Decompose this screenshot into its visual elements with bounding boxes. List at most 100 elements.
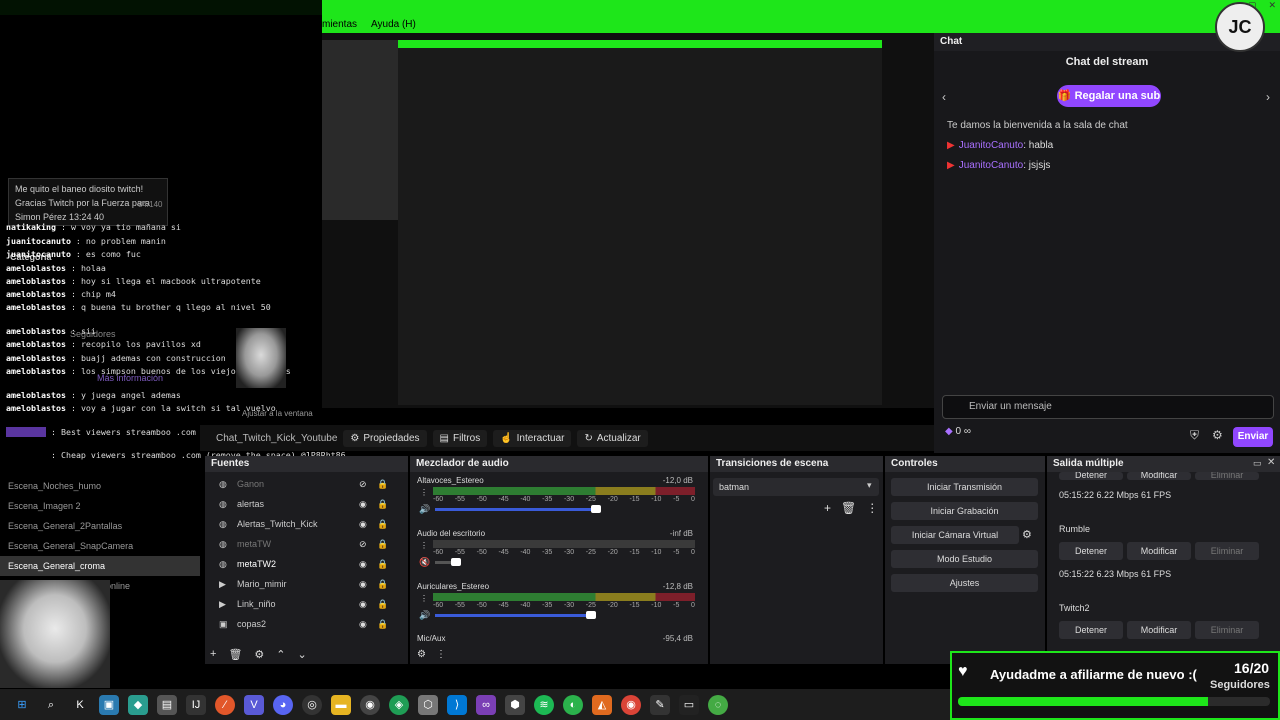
source-item[interactable]: ◍ metaTW ⊘ 🔒 <box>205 534 408 554</box>
lock-icon[interactable]: 🔒 <box>377 614 388 634</box>
chrome-icon[interactable]: ◉ <box>621 694 641 715</box>
stop-button[interactable]: Detener <box>1059 472 1123 480</box>
kebab-menu-icon[interactable]: ⋮ <box>420 488 428 497</box>
settings-button[interactable]: Ajustes <box>891 574 1038 592</box>
modify-button[interactable]: Modificar <box>1127 542 1191 560</box>
add-icon[interactable]: + <box>824 501 831 515</box>
app-icon[interactable]: ⬡ <box>418 694 438 715</box>
kebab-menu-icon[interactable]: ⋮ <box>436 649 446 660</box>
lock-icon[interactable]: 🔒 <box>377 594 388 614</box>
source-item[interactable]: ◍ alertas ◉ 🔒 <box>205 494 408 514</box>
gear-icon[interactable]: ⚙ <box>1022 528 1032 541</box>
kebab-menu-icon[interactable]: ⋮ <box>866 501 878 515</box>
trash-icon[interactable]: 🗑 <box>841 501 856 515</box>
lock-icon[interactable]: 🔒 <box>377 534 388 554</box>
obs-icon[interactable]: ◉ <box>360 694 380 715</box>
volume-slider[interactable] <box>435 508 591 511</box>
eye-icon[interactable]: ◉ <box>359 554 367 574</box>
visual-studio-icon[interactable]: ∞ <box>476 694 496 715</box>
lock-icon[interactable]: 🔒 <box>377 574 388 594</box>
interact-button[interactable]: ☝ Interactuar <box>493 429 572 447</box>
adjust-to-window[interactable]: Ajustar a la ventana <box>242 409 313 418</box>
filters-button[interactable]: ▤ Filtros <box>432 429 488 447</box>
discord-icon[interactable]: ◕ <box>273 694 293 715</box>
send-button[interactable]: Enviar <box>1233 427 1273 447</box>
kick-icon[interactable]: K <box>70 695 90 715</box>
lock-icon[interactable]: 🔒 <box>377 494 388 514</box>
menu-item-ayuda[interactable]: Ayuda (H) <box>371 19 416 30</box>
points-icon[interactable]: ◆ <box>945 426 953 437</box>
vivaldi-icon[interactable]: V <box>244 694 264 715</box>
delete-button[interactable]: Eliminar <box>1195 472 1259 480</box>
app-icon[interactable]: ⬢ <box>505 694 525 715</box>
jetbrains-icon[interactable]: IJ <box>186 694 206 715</box>
gear-icon[interactable]: ⚙ <box>417 649 426 660</box>
arrow-up-icon[interactable]: ⌃ <box>276 648 285 661</box>
source-item[interactable]: ▶ Mario_mimir ◉ 🔒 <box>205 574 408 594</box>
gift-sub-button[interactable]: 🎁 Regalar una sub <box>1057 85 1161 107</box>
scene-item[interactable]: Escena_Imagen 2 <box>0 496 200 516</box>
vscode-icon[interactable]: ⟩ <box>447 694 467 715</box>
float-icon[interactable]: ▭ <box>1253 458 1262 469</box>
chat-input[interactable]: Enviar un mensaje <box>942 395 1274 419</box>
app-icon[interactable]: ◆ <box>128 694 148 715</box>
scene-item[interactable]: Escena_General_2Pantallas <box>0 516 200 536</box>
eye-icon[interactable]: ◉ <box>359 494 367 514</box>
start-recording-button[interactable]: Iniciar Grabación <box>891 502 1038 520</box>
menu-item-herramientas[interactable]: mientas <box>322 19 357 30</box>
app-icon[interactable]: ◎ <box>302 694 322 715</box>
volume-knob[interactable] <box>591 505 601 513</box>
stop-button[interactable]: Detener <box>1059 542 1123 560</box>
modify-button[interactable]: Modificar <box>1127 472 1191 480</box>
trash-icon[interactable]: 🗑 <box>228 648 242 661</box>
close-icon[interactable]: ✕ <box>1268 0 1276 11</box>
eye-icon[interactable]: ◉ <box>359 594 367 614</box>
scene-item-selected[interactable]: Escena_General_croma <box>0 556 200 576</box>
source-item[interactable]: ▶ Link_niño ◉ 🔒 <box>205 594 408 614</box>
scene-item[interactable]: Escena_Noches_humo <box>0 476 200 496</box>
brave-icon[interactable]: ◭ <box>592 694 612 715</box>
chevron-left-icon[interactable]: ‹ <box>942 90 946 104</box>
source-item[interactable]: ▣ copas2 ◉ 🔒 <box>205 614 408 634</box>
start-stream-button[interactable]: Iniciar Transmisión <box>891 478 1038 496</box>
app-icon[interactable]: ◈ <box>389 694 409 715</box>
modify-button[interactable]: Modificar <box>1127 621 1191 639</box>
stop-button[interactable]: Detener <box>1059 621 1123 639</box>
lock-icon[interactable]: 🔒 <box>377 554 388 574</box>
delete-button[interactable]: Eliminar <box>1195 542 1259 560</box>
app-icon[interactable]: ◐ <box>563 694 583 715</box>
scene-item[interactable]: Escena_General_SnapCamera <box>0 536 200 556</box>
kebab-menu-icon[interactable]: ⋮ <box>420 541 428 550</box>
source-item[interactable]: ◍ metaTW2 ◉ 🔒 <box>205 554 408 574</box>
app-icon[interactable]: ⁄ <box>215 694 235 715</box>
app-icon[interactable]: ◌ <box>708 694 728 715</box>
speaker-icon[interactable]: 🔊 <box>419 610 430 621</box>
source-item[interactable]: ◍ Alertas_Twitch_Kick ◉ 🔒 <box>205 514 408 534</box>
lock-icon[interactable]: 🔒 <box>377 474 388 494</box>
eye-icon[interactable]: ◉ <box>359 514 367 534</box>
close-icon[interactable]: ✕ <box>1267 457 1275 468</box>
lock-icon[interactable]: 🔒 <box>377 514 388 534</box>
pen-icon[interactable]: ✎ <box>650 694 670 715</box>
eye-icon[interactable]: ⊘ <box>359 474 367 494</box>
windows-start-icon[interactable]: ⊞ <box>12 695 32 715</box>
source-item[interactable]: ◍ Ganon ⊘ 🔒 <box>205 474 408 494</box>
properties-button[interactable]: ⚙ Propiedades <box>343 429 427 447</box>
file-icon[interactable]: ▤ <box>157 694 177 715</box>
volume-slider[interactable] <box>435 561 451 564</box>
eye-icon[interactable]: ◉ <box>359 574 367 594</box>
eye-icon[interactable]: ◉ <box>359 614 367 634</box>
remote-desktop-icon[interactable]: ▣ <box>99 694 119 715</box>
transition-select[interactable]: batman <box>713 478 879 496</box>
search-icon[interactable]: ⌕ <box>41 695 61 715</box>
gear-icon[interactable]: ⚙ <box>254 648 264 661</box>
kebab-menu-icon[interactable]: ⋮ <box>420 594 428 603</box>
muted-speaker-icon[interactable]: 🔇 <box>419 557 430 568</box>
folder-icon[interactable]: ▬ <box>331 694 351 715</box>
volume-slider[interactable] <box>435 614 586 617</box>
studio-mode-button[interactable]: Modo Estudio <box>891 550 1038 568</box>
terminal-icon[interactable]: ▭ <box>679 694 699 715</box>
chevron-right-icon[interactable]: › <box>1266 90 1270 104</box>
speaker-icon[interactable]: 🔊 <box>419 504 430 515</box>
shield-icon[interactable]: ⛨ <box>1190 428 1199 443</box>
